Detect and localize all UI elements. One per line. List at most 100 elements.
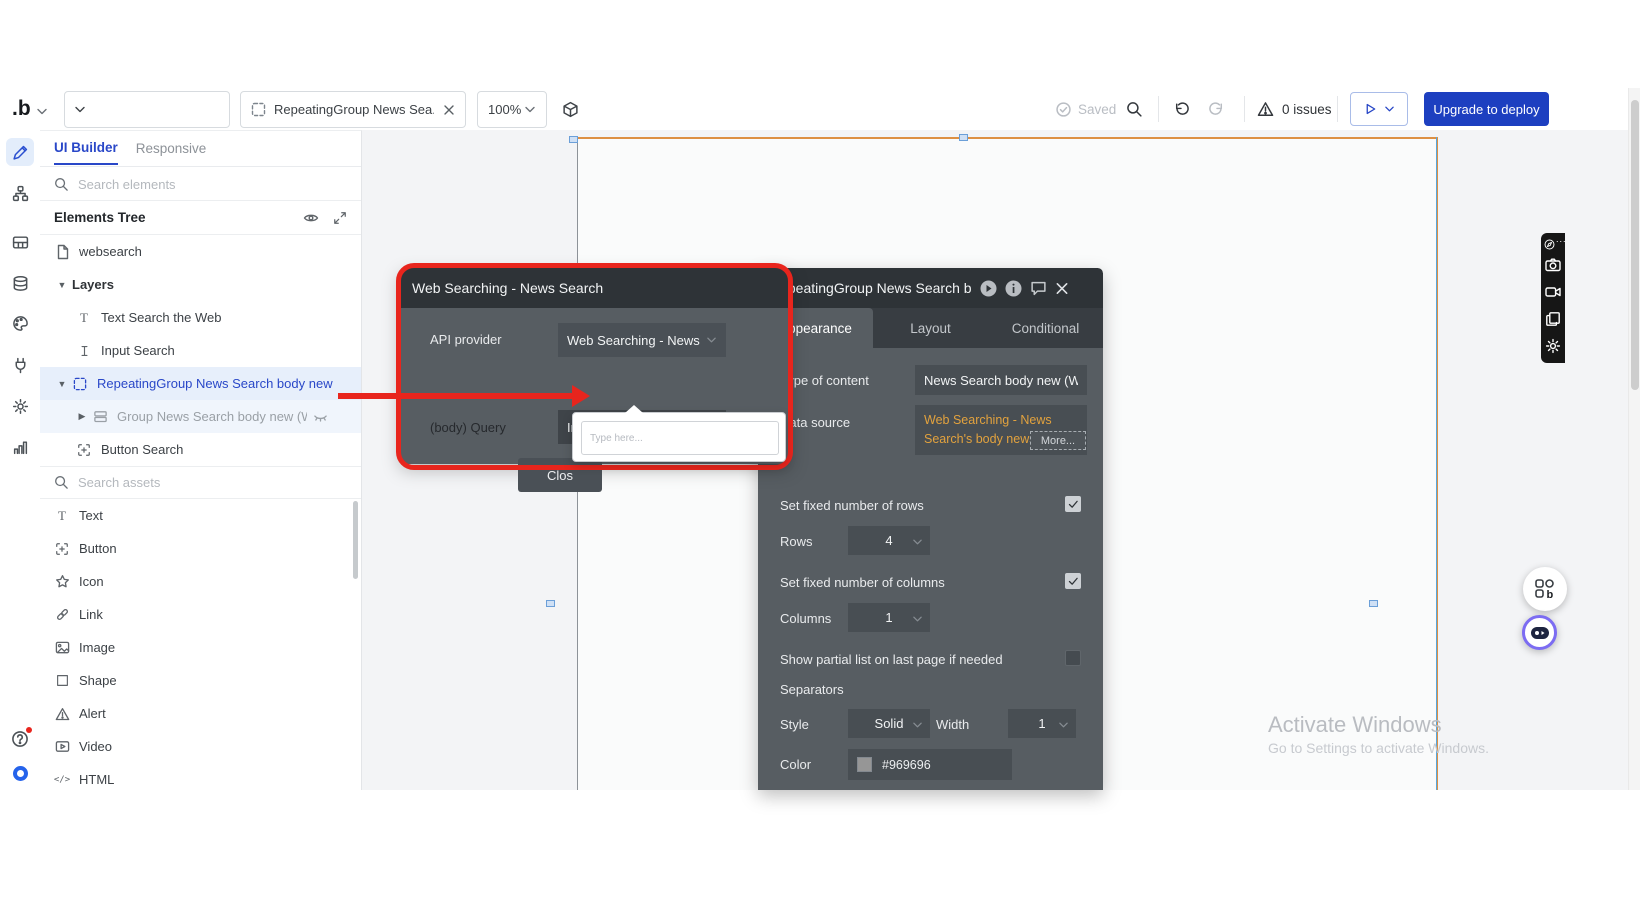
comment-icon[interactable] xyxy=(1030,280,1047,297)
type-here-input[interactable] xyxy=(581,421,779,455)
tab-responsive[interactable]: Responsive xyxy=(136,133,207,164)
rail-styles[interactable] xyxy=(6,309,34,337)
asset-icon[interactable]: Icon xyxy=(40,565,361,598)
search-elements-input[interactable] xyxy=(78,176,318,192)
expression-tooltip xyxy=(572,405,786,462)
issues-indicator[interactable]: 0 issues xyxy=(1257,101,1332,117)
asset-html[interactable]: </> HTML xyxy=(40,763,361,796)
undo-icon[interactable] xyxy=(1173,101,1190,118)
asset-alert[interactable]: Alert xyxy=(40,697,361,730)
tree-item-input-search[interactable]: Input Search xyxy=(40,334,361,367)
redo-icon[interactable] xyxy=(1208,101,1225,118)
caret-down-icon[interactable]: ▼ xyxy=(56,379,68,389)
tree-item-text-search-the-web[interactable]: T Text Search the Web xyxy=(40,301,361,334)
tab-layout[interactable]: Layout xyxy=(873,308,988,348)
asset-link[interactable]: Link xyxy=(40,598,361,631)
api-dialog-titlebar[interactable]: Web Searching - News Search xyxy=(400,268,790,308)
rail-reusables[interactable] xyxy=(6,228,34,256)
status-dot-icon xyxy=(12,765,28,781)
tree-item-button-search[interactable]: Button Search xyxy=(40,433,361,466)
divider xyxy=(1158,96,1159,122)
search-icon[interactable] xyxy=(1126,101,1143,118)
run-icon[interactable] xyxy=(980,280,997,297)
search-assets-input[interactable] xyxy=(78,475,318,490)
asset-shape[interactable]: Shape xyxy=(40,664,361,697)
caret-down-icon[interactable]: ▼ xyxy=(56,280,68,290)
api-provider-select[interactable]: Web Searching - News ... xyxy=(558,323,726,357)
columns-select[interactable]: 1 xyxy=(848,603,930,632)
logo-chevron-icon[interactable] xyxy=(36,106,48,117)
scrollbar-thumb[interactable] xyxy=(1631,100,1639,390)
tree-item-group-news-search[interactable]: ▶ Group News Search body new (W... xyxy=(40,400,361,433)
video-camera-icon[interactable] xyxy=(1545,284,1561,300)
assistant-bubble[interactable] xyxy=(1522,615,1557,650)
asset-text[interactable]: T Text xyxy=(40,499,361,532)
element-tab[interactable]: RepeatingGroup News Sea... xyxy=(240,91,466,128)
pencil-icon xyxy=(12,145,27,160)
repeating-group-icon xyxy=(73,377,87,390)
tree-item-websearch[interactable]: websearch xyxy=(40,235,361,268)
separator-color-field[interactable]: #969696 xyxy=(848,749,1012,780)
close-tab-icon[interactable] xyxy=(443,104,455,116)
caret-right-icon[interactable]: ▶ xyxy=(76,411,88,422)
bubble-logo[interactable]: b xyxy=(12,97,31,121)
selection-handle[interactable] xyxy=(959,134,968,141)
partial-list-checkbox[interactable] xyxy=(1065,650,1081,666)
rail-status[interactable] xyxy=(6,759,34,787)
selection-handle[interactable] xyxy=(546,600,555,607)
rail-workflow[interactable] xyxy=(6,179,34,207)
issues-label: 0 issues xyxy=(1282,101,1332,117)
chevron-down-icon xyxy=(1059,722,1068,728)
help-icon xyxy=(12,731,28,747)
upgrade-to-deploy-button[interactable]: Upgrade to deploy xyxy=(1424,92,1549,126)
rail-plugins[interactable] xyxy=(6,351,34,379)
tree-item-layers[interactable]: ▼ Layers xyxy=(40,268,361,301)
selection-handle[interactable] xyxy=(1369,600,1378,607)
separator-style-select[interactable]: Solid xyxy=(848,709,930,738)
rg-dialog-titlebar[interactable]: RepeatingGroup News Search b xyxy=(758,268,1103,308)
repeating-group-property-editor: RepeatingGroup News Search b Appearance … xyxy=(758,268,1103,790)
rows-select[interactable]: 4 xyxy=(848,526,930,555)
hover-outline-right xyxy=(1437,137,1438,790)
page-select[interactable] xyxy=(64,91,230,128)
fixed-cols-checkbox[interactable] xyxy=(1065,573,1081,589)
rail-logs[interactable] xyxy=(6,433,34,461)
copy-windows-icon[interactable] xyxy=(1545,311,1561,327)
activate-windows-watermark: Activate Windows xyxy=(1268,712,1442,737)
close-icon[interactable] xyxy=(1055,280,1069,297)
hidden-eye-icon[interactable] xyxy=(313,411,328,423)
rail-data[interactable] xyxy=(6,269,34,297)
rail-settings[interactable] xyxy=(6,392,34,420)
fixed-cols-label: Set fixed number of columns xyxy=(780,575,945,590)
tree-item-repeatinggroup[interactable]: ▼ RepeatingGroup News Search body new (W… xyxy=(40,367,361,400)
more-dots-icon[interactable]: ... xyxy=(1556,234,1567,244)
rail-design[interactable] xyxy=(6,138,34,166)
info-icon[interactable] xyxy=(1005,280,1022,297)
tab-conditional[interactable]: Conditional xyxy=(988,308,1103,348)
tab-ui-builder[interactable]: UI Builder xyxy=(54,132,118,165)
selection-handle[interactable] xyxy=(569,136,578,143)
separator-width-select[interactable]: 1 xyxy=(1008,709,1076,738)
close-button[interactable]: Clos xyxy=(518,458,602,492)
more-button[interactable]: More... xyxy=(1030,431,1086,450)
preview-button[interactable] xyxy=(1350,92,1408,126)
fixed-rows-checkbox[interactable] xyxy=(1065,496,1081,512)
color-swatch[interactable] xyxy=(857,757,872,772)
type-of-content-select[interactable]: News Search body new (Web xyxy=(915,365,1087,395)
asset-video[interactable]: Video xyxy=(40,730,361,763)
browser-scrollbar[interactable] xyxy=(1628,88,1640,790)
eye-icon[interactable] xyxy=(303,211,319,225)
gear-icon[interactable] xyxy=(1545,338,1561,354)
camera-icon[interactable] xyxy=(1545,257,1561,273)
panel-scrollbar[interactable] xyxy=(353,501,358,579)
rail-help[interactable] xyxy=(6,725,34,753)
asset-button[interactable]: Button xyxy=(40,532,361,565)
asset-image[interactable]: Image xyxy=(40,631,361,664)
zoom-select[interactable]: 100% xyxy=(477,91,547,128)
bubble-widget-icon: b xyxy=(1535,579,1554,601)
expand-icon[interactable] xyxy=(333,211,347,225)
elements-tree-header: Elements Tree xyxy=(40,201,361,235)
component-cube-icon[interactable] xyxy=(562,101,579,118)
component-library-bubble[interactable]: b xyxy=(1523,567,1567,611)
capture-icon[interactable] xyxy=(1543,238,1556,251)
